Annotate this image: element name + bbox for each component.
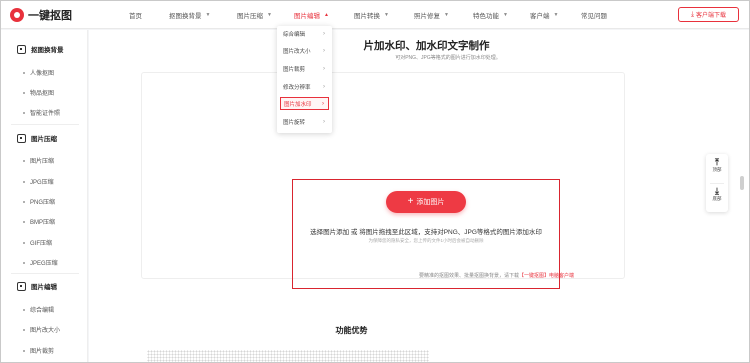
top-header: 一键抠图 首页 抠图换背景 ▼ 图片压缩 ▼ 图片编辑 ▲ 图片转换 ▼ 照片修复 ▼ 特…	[1, 1, 749, 29]
nav-image-compress[interactable]: 图片压缩 ▼	[237, 1, 287, 29]
sidebar-item-resize[interactable]: 图片改大小	[23, 325, 60, 334]
chevron-right-icon: ›	[322, 100, 324, 107]
logo-icon	[10, 8, 24, 22]
image-icon	[17, 133, 26, 143]
divider	[710, 183, 724, 184]
sidebar-item-portrait-cutout[interactable]: 人像抠图	[23, 68, 54, 77]
privacy-note: 为保障您的隐私安全，您上传的文件1小时后会被自动删除	[368, 238, 484, 243]
sidebar-item-general-edit[interactable]: 综合编辑	[23, 305, 54, 314]
chevron-right-icon: ›	[323, 30, 325, 37]
sidebar-item-bmp-compress[interactable]: BMP压缩	[23, 217, 55, 226]
sidebar-item-jpeg-compress[interactable]: JPEG压缩	[23, 258, 58, 267]
client-footnote: 要精准的抠图效果、批量抠图换背景，请下载【一键抠图】电脑客户端	[419, 273, 575, 279]
page-subtitle: 可对PNG、JPG等格式的图片进行加水印处理。	[395, 55, 501, 61]
arrow-down-icon: ⤓	[715, 186, 719, 196]
chevron-down-icon: ▼	[553, 12, 559, 18]
client-download-link[interactable]: 【一键抠图】电脑客户端	[519, 273, 574, 279]
back-to-top-button[interactable]: ⤒ 顶部	[706, 158, 728, 173]
drop-hint: 选择图片添加 或 将图片拖拽至此区域，支持对PNG、JPG等格式的图片添加水印	[310, 229, 542, 236]
chevron-down-icon: ▼	[267, 12, 272, 18]
sidebar-item-jpg-compress[interactable]: JPG压缩	[23, 177, 54, 186]
menu-item-watermark[interactable]: 图片加水印 ›	[280, 97, 329, 110]
chevron-right-icon: ›	[323, 118, 325, 125]
go-to-bottom-button[interactable]: ⤓ 底部	[706, 187, 728, 202]
main-nav: 首页 抠图换背景 ▼ 图片压缩 ▼ 图片编辑 ▲ 图片转换 ▼ 照片修复 ▼ 特色功能 ▼ …	[129, 1, 621, 29]
menu-item-crop[interactable]: 图片裁剪 ›	[280, 62, 329, 75]
image-icon	[17, 44, 26, 54]
nav-cutout-background[interactable]: 抠图换背景 ▼	[169, 1, 227, 29]
sidebar-item-id-photo[interactable]: 智能证件照	[23, 108, 60, 117]
image-icon	[17, 281, 26, 291]
arrow-up-icon: ⤒	[715, 157, 719, 167]
chevron-down-icon: ▼	[384, 12, 389, 18]
sidebar-item-gif-compress[interactable]: GIF压缩	[23, 238, 52, 247]
brand-name: 一键抠图	[28, 10, 72, 22]
nav-photo-restore[interactable]: 照片修复 ▼	[414, 1, 464, 29]
chevron-down-icon: ▼	[444, 12, 449, 18]
floating-toolbar: ⤒ 顶部 ⤓ 底部	[706, 154, 728, 212]
nav-features[interactable]: 特色功能 ▼	[473, 1, 523, 29]
nav-faq[interactable]: 常见问题	[581, 1, 621, 29]
chevron-right-icon: ›	[323, 83, 325, 90]
menu-item-general-edit[interactable]: 综合编辑 ›	[280, 27, 329, 40]
sidebar: 抠图换背景 人像抠图 物品抠图 智能证件照 图片压缩 图片压缩 JPG压缩 PN…	[1, 30, 88, 362]
decorative-pattern	[147, 350, 429, 362]
download-icon: ⤓	[690, 10, 695, 18]
upload-panel: + 添加图片 选择图片添加 或 将图片拖拽至此区域，支持对PNG、JPG等格式的…	[141, 72, 625, 289]
add-image-button[interactable]: + 添加图片	[386, 191, 466, 213]
sidebar-item-crop[interactable]: 图片裁剪	[23, 346, 54, 355]
divider	[11, 273, 79, 274]
nav-image-convert[interactable]: 图片转换 ▼	[354, 1, 404, 29]
chevron-down-icon: ▼	[503, 12, 508, 18]
chevron-right-icon: ›	[323, 47, 325, 54]
chevron-right-icon: ›	[323, 65, 325, 72]
nav-client[interactable]: 客户端 ▼	[530, 1, 574, 29]
advantages-title: 功能优势	[335, 326, 368, 335]
nav-image-edit[interactable]: 图片编辑 ▲	[294, 1, 344, 29]
main-content: 片加水印、加水印文字制作 可对PNG、JPG等格式的图片进行加水印处理。 + 添…	[89, 30, 749, 362]
chevron-down-icon: ▼	[205, 12, 211, 18]
divider	[11, 124, 79, 125]
menu-item-resolution[interactable]: 修改分辨率 ›	[280, 80, 329, 93]
sidebar-item-png-compress[interactable]: PNG压缩	[23, 197, 55, 206]
plus-icon: +	[407, 196, 414, 207]
page-title: 片加水印、加水印文字制作	[363, 40, 490, 52]
menu-item-rotate[interactable]: 图片旋转 ›	[280, 115, 329, 128]
sidebar-section-edit[interactable]: 图片编辑	[17, 281, 57, 291]
scrollbar-thumb[interactable]	[740, 176, 744, 190]
app-window: 一键抠图 首页 抠图换背景 ▼ 图片压缩 ▼ 图片编辑 ▲ 图片转换 ▼ 照片修复 ▼ 特…	[0, 0, 750, 363]
sidebar-section-cutout[interactable]: 抠图换背景	[17, 44, 64, 54]
chevron-up-icon: ▲	[324, 12, 329, 18]
client-download-button[interactable]: ⤓ 客户端下载	[678, 7, 739, 22]
nav-home[interactable]: 首页	[129, 1, 163, 29]
sidebar-item-object-cutout[interactable]: 物品抠图	[23, 88, 54, 97]
brand-logo[interactable]: 一键抠图	[10, 7, 72, 23]
sidebar-section-compress[interactable]: 图片压缩	[17, 133, 57, 143]
sidebar-item-image-compress[interactable]: 图片压缩	[23, 156, 54, 165]
menu-item-resize[interactable]: 图片改大小 ›	[280, 44, 329, 57]
image-edit-dropdown: 综合编辑 › 图片改大小 › 图片裁剪 › 修改分辨率 › 图片加水印 › 图片旋转 ›	[277, 26, 332, 133]
